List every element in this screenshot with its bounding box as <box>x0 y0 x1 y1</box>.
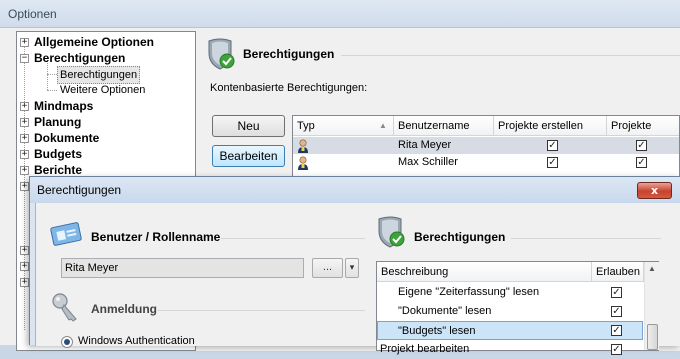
vertical-scrollbar[interactable]: ▲ <box>644 262 659 350</box>
column-header-read[interactable]: Projekte lesen <box>607 116 679 152</box>
column-header-username[interactable]: Benutzername <box>394 116 494 136</box>
user-icon <box>293 137 394 154</box>
scroll-up-icon[interactable]: ▲ <box>648 264 656 273</box>
user-section-title: Benutzer / Rollenname <box>91 230 221 244</box>
permission-row[interactable]: "Dokumente" lesen <box>377 302 643 321</box>
new-button[interactable]: Neu <box>212 115 285 137</box>
scrollbar-thumb[interactable] <box>647 324 658 350</box>
section-title: Berechtigungen <box>243 47 335 61</box>
permission-label: "Budgets" lesen <box>377 321 643 340</box>
permissions-grid[interactable]: Beschreibung Erlauben Eigene "Zeiterfass… <box>376 261 659 355</box>
login-section-title: Anmeldung <box>91 302 157 316</box>
expand-icon[interactable]: + <box>20 278 29 287</box>
allow-checkbox[interactable] <box>611 344 622 355</box>
column-header-allow[interactable]: Erlauben <box>592 262 644 282</box>
tree-item-label: Dokumente <box>34 131 100 145</box>
permission-row[interactable]: Projekt bearbeiten <box>377 340 643 359</box>
column-header-typ[interactable]: Typ ▲ <box>293 116 394 136</box>
create-projects-checkbox[interactable] <box>547 157 558 168</box>
tree-item-label: Weitere Optionen <box>60 84 146 96</box>
section-divider <box>511 238 661 239</box>
user-card-icon <box>50 221 84 250</box>
browse-button[interactable]: ... <box>312 258 343 278</box>
username-cell: Rita Meyer <box>398 139 452 151</box>
key-icon <box>50 291 80 326</box>
tree-item-label: Planung <box>34 115 82 129</box>
expand-icon[interactable]: + <box>20 262 29 271</box>
expand-icon[interactable]: + <box>20 246 29 255</box>
user-name-field[interactable]: Rita Meyer <box>61 258 304 278</box>
user-icon <box>293 154 394 171</box>
tree-item-label: Allgemeine Optionen <box>34 35 155 49</box>
expand-icon[interactable]: + <box>20 134 29 143</box>
read-projects-checkbox[interactable] <box>636 140 647 151</box>
edit-button[interactable]: Bearbeiten <box>212 145 285 167</box>
dialog-title: Berechtigungen <box>30 177 680 203</box>
tree-item-label: Budgets <box>34 147 82 161</box>
expand-icon[interactable]: + <box>20 38 29 47</box>
permissions-dialog: Berechtigungen x Benutzer / Rollenname R… <box>29 176 680 355</box>
shield-check-icon <box>376 215 406 252</box>
column-header-description[interactable]: Beschreibung <box>377 262 592 282</box>
username-cell: Max Schiller <box>398 156 458 168</box>
section-divider <box>341 55 680 56</box>
tree-connector <box>47 90 57 91</box>
expand-icon[interactable]: + <box>20 150 29 159</box>
allow-checkbox[interactable] <box>611 325 622 336</box>
shield-check-icon <box>206 37 236 74</box>
tree-item-label: Berechtigungen <box>34 51 126 65</box>
windows-auth-label: Windows Authentication <box>78 335 195 347</box>
dialog-body: Benutzer / Rollenname Rita Meyer ... ▾ A… <box>35 203 680 355</box>
sort-asc-icon: ▲ <box>379 121 387 130</box>
expand-icon[interactable]: + <box>20 166 29 175</box>
close-button[interactable]: x <box>637 182 672 199</box>
expand-icon[interactable]: + <box>20 182 29 191</box>
windows-auth-radio[interactable] <box>61 336 73 348</box>
collapse-icon[interactable]: − <box>20 54 29 63</box>
chevron-down-icon[interactable]: ▾ <box>345 258 359 278</box>
permission-row[interactable]: "Budgets" lesen <box>377 321 643 340</box>
expand-icon[interactable]: + <box>20 118 29 127</box>
table-row[interactable]: Rita Meyer <box>293 137 679 154</box>
permission-row[interactable]: Eigene "Zeiterfassung" lesen <box>377 283 643 302</box>
read-projects-checkbox[interactable] <box>636 157 647 168</box>
permission-label: Eigene "Zeiterfassung" lesen <box>398 286 540 298</box>
table-row[interactable]: Max Schiller <box>293 154 679 171</box>
section-divider <box>221 238 365 239</box>
tree-connector <box>47 74 57 75</box>
column-header-create[interactable]: Projekte erstellen <box>494 116 607 136</box>
section-divider <box>158 310 365 311</box>
expand-icon[interactable]: + <box>20 102 29 111</box>
window-title: Optionen <box>0 0 680 28</box>
permission-label: Projekt bearbeiten <box>380 343 470 355</box>
create-projects-checkbox[interactable] <box>547 140 558 151</box>
allow-checkbox[interactable] <box>611 287 622 298</box>
subtitle-label: Kontenbasierte Berechtigungen: <box>210 82 368 94</box>
permission-label: "Dokumente" lesen <box>398 305 492 317</box>
tree-item-label: Mindmaps <box>34 99 94 113</box>
perm-section-title: Berechtigungen <box>414 230 506 244</box>
allow-checkbox[interactable] <box>611 306 622 317</box>
